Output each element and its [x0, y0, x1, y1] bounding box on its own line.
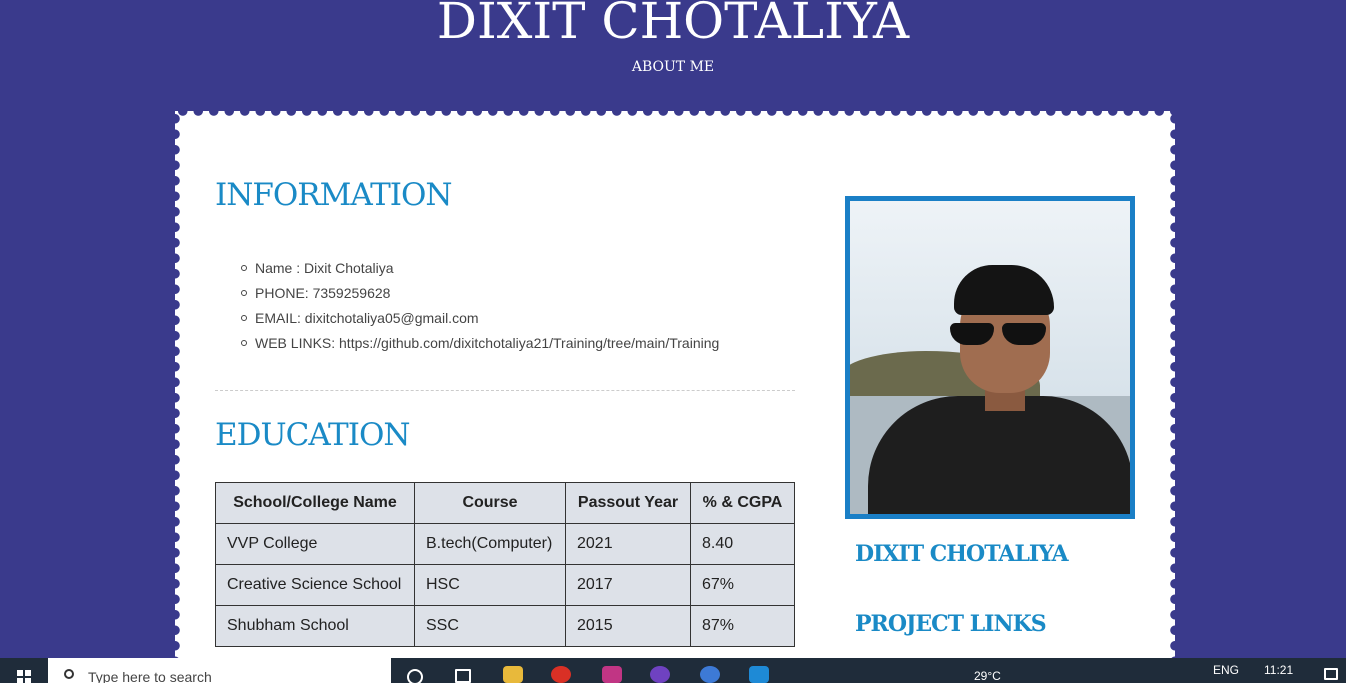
site-title: DIXIT CHOTALIYA: [436, 0, 910, 50]
chrome-icon[interactable]: [551, 666, 571, 683]
table-cell: HSC: [414, 564, 566, 606]
information-list: Name : Dixit Chotaliya PHONE: 7359259628…: [240, 259, 719, 359]
scalloped-edge: [175, 105, 1175, 117]
info-item-email: EMAIL: dixitchotaliya05@gmail.com: [240, 309, 719, 334]
clock-time[interactable]: 11:21: [1264, 663, 1293, 677]
site-subtitle: ABOUT ME: [631, 59, 715, 75]
cortana-icon[interactable]: [407, 669, 423, 683]
section-divider: [215, 390, 795, 391]
table-cell: VVP College: [215, 523, 415, 565]
table-cell: Shubham School: [215, 605, 415, 647]
app-icon[interactable]: [700, 666, 720, 683]
windows-taskbar: Type here to search 29°C ENG 11:21: [0, 658, 1346, 683]
table-cell: SSC: [414, 605, 566, 647]
column-header: % & CGPA: [690, 482, 795, 524]
info-item-web-links: WEB LINKS: https://github.com/dixitchota…: [240, 334, 719, 359]
file-explorer-icon[interactable]: [503, 666, 523, 683]
table-row: Creative Science School HSC 2017 67%: [215, 564, 795, 606]
resume-card: INFORMATION Name : Dixit Chotaliya PHONE…: [169, 105, 1181, 671]
profile-photo: [845, 196, 1135, 519]
start-button[interactable]: [0, 658, 48, 683]
column-header: Passout Year: [565, 482, 691, 524]
table-row: VVP College B.tech(Computer) 2021 8.40: [215, 523, 795, 565]
language-indicator[interactable]: ENG: [1213, 663, 1239, 677]
info-item-phone: PHONE: 7359259628: [240, 284, 719, 309]
site-header: DIXIT CHOTALIYA ABOUT ME: [0, 0, 1346, 110]
notification-icon[interactable]: [1324, 668, 1338, 680]
table-cell: Creative Science School: [215, 564, 415, 606]
github-icon[interactable]: [650, 666, 670, 683]
taskbar-search[interactable]: Type here to search: [48, 658, 391, 683]
table-cell: 67%: [690, 564, 795, 606]
table-cell: 2017: [565, 564, 691, 606]
table-header-row: School/College Name Course Passout Year …: [215, 482, 795, 524]
column-header: School/College Name: [215, 482, 415, 524]
instagram-icon[interactable]: [602, 666, 622, 683]
table-cell: 87%: [690, 605, 795, 647]
task-view-icon[interactable]: [455, 669, 471, 683]
table-row: Shubham School SSC 2015 87%: [215, 605, 795, 647]
education-heading: EDUCATION: [215, 417, 410, 453]
table-cell: 2021: [565, 523, 691, 565]
vscode-icon[interactable]: [749, 666, 769, 683]
search-placeholder: Type here to search: [88, 669, 212, 683]
table-cell: 2015: [565, 605, 691, 647]
education-table: School/College Name Course Passout Year …: [215, 482, 795, 647]
information-heading: INFORMATION: [215, 177, 453, 213]
sidebar-name: DIXIT CHOTALIYA: [855, 541, 1069, 567]
windows-icon: [17, 670, 31, 683]
project-links-heading[interactable]: PROJECT LINKS: [855, 611, 1047, 637]
weather-temp[interactable]: 29°C: [974, 669, 1001, 683]
table-cell: 8.40: [690, 523, 795, 565]
sunglasses: [950, 323, 1048, 345]
search-icon: [64, 669, 74, 679]
table-cell: B.tech(Computer): [414, 523, 566, 565]
column-header: Course: [414, 482, 566, 524]
info-item-name: Name : Dixit Chotaliya: [240, 259, 719, 284]
